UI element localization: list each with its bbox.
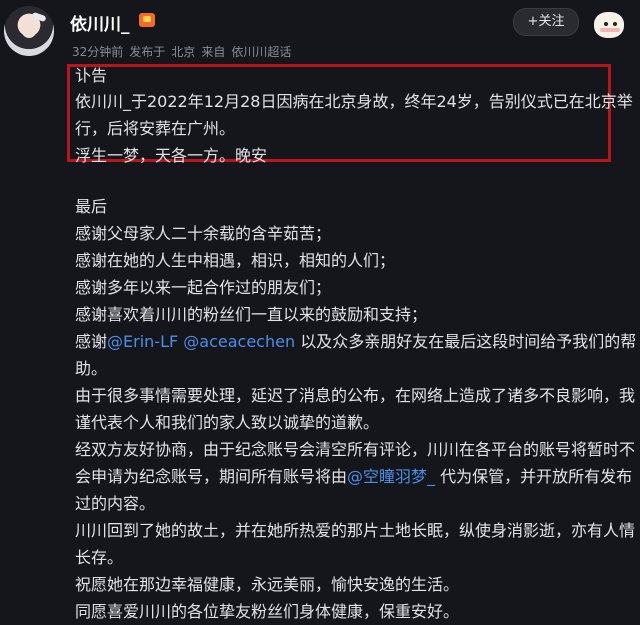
body-text: 会申请为纪念账号，期间所有账号将由 [75, 467, 348, 486]
post-time[interactable]: 32分钟前 [72, 45, 123, 59]
post-header: 依川川_ 32分钟前 发布于 北京 来自 依川川超话 +关注 [0, 0, 640, 62]
mention-link[interactable]: @Erin-LF [107, 332, 178, 351]
post-content: 讣告 依川川_于2022年12月28日因病在北京身故，终年24岁，告别仪式已在北… [75, 64, 637, 625]
body-line: 过的内容。 [75, 494, 156, 513]
body-line-with-mentions: 感谢@Erin-LF @aceacechen 以及众多亲朋好友在最后这段时间给予… [75, 328, 637, 355]
username[interactable]: 依川川_ [70, 10, 130, 35]
follow-button[interactable]: +关注 [513, 8, 579, 36]
sticker-eye [613, 22, 617, 26]
avatar-bow [31, 11, 47, 23]
sticker-blush [600, 28, 620, 32]
body-heading: 最后 [75, 197, 108, 216]
notice-line: 浮生一梦，天各一方。晚安 [75, 146, 268, 165]
body-line: 川川回到了她的故土，并在她所热爱的那片土地长眠，纵使身消影逝，亦有人情 [75, 521, 636, 540]
body-text: 以及众多亲朋好友在最后这段时间给予我们的帮 [300, 332, 637, 351]
notice-line: 行，后将安葬在广州。 [75, 119, 236, 138]
body-line: 感谢在她的人生中相遇，相识，相知的人们； [75, 251, 396, 270]
body-line: 感谢喜欢着川川的粉丝们一直以来的鼓励和支持； [75, 305, 428, 324]
body-line: 助。 [75, 359, 108, 378]
post-meta: 32分钟前 发布于 北京 来自 依川川超话 [72, 43, 297, 60]
body-line: 感谢父母家人二十余载的含辛茹苦； [75, 224, 332, 243]
body-line: 感谢多年以来一起合作过的朋友们； [75, 278, 332, 297]
body-line: 由于很多事情需要处理，延迟了消息的公布，在网络上造成了诸多不良影响，我 [75, 386, 636, 405]
vip-crown-icon[interactable] [139, 13, 155, 27]
body-line: 谨代表个人和我们的家人致以诚挚的道歉。 [75, 413, 380, 432]
avatar[interactable] [4, 6, 54, 56]
mention-link[interactable]: @aceacechen [183, 332, 295, 351]
source-link[interactable]: 依川川超话 [231, 45, 291, 59]
body-line: 长存。 [75, 548, 124, 567]
sticker-decoration [588, 2, 634, 42]
notice-line: 依川川_于2022年12月28日因病在北京身故，终年24岁，告别仪式已在北京举 [75, 92, 633, 111]
body-line-with-mention: 会申请为纪念账号，期间所有账号将由@空瞳羽梦_ 代为保管，并开放所有发布 [75, 463, 635, 490]
body-line: 祝愿她在那边幸福健康，永远美丽，愉快安逸的生活。 [75, 575, 460, 594]
sticker-eye [604, 22, 608, 26]
notice-title: 讣告 [75, 66, 108, 85]
body-text: 感谢 [75, 332, 108, 351]
location-prefix: 发布于 [129, 45, 166, 59]
body-line: 同愿喜爱川川的各位挚友粉丝们身体健康，保重安好。 [75, 602, 460, 621]
sticker-body [594, 12, 624, 38]
body-text: 代为保管，并开放所有发布 [440, 467, 633, 486]
body-line: 经双方友好协商，由于纪念账号会清空所有评论，川川在各平台的账号将暂时不 [75, 440, 636, 459]
mention-link[interactable]: @空瞳羽梦_ [347, 467, 435, 486]
avatar-face [21, 20, 37, 38]
source-prefix: 来自 [201, 45, 226, 59]
location: 北京 [171, 45, 196, 59]
